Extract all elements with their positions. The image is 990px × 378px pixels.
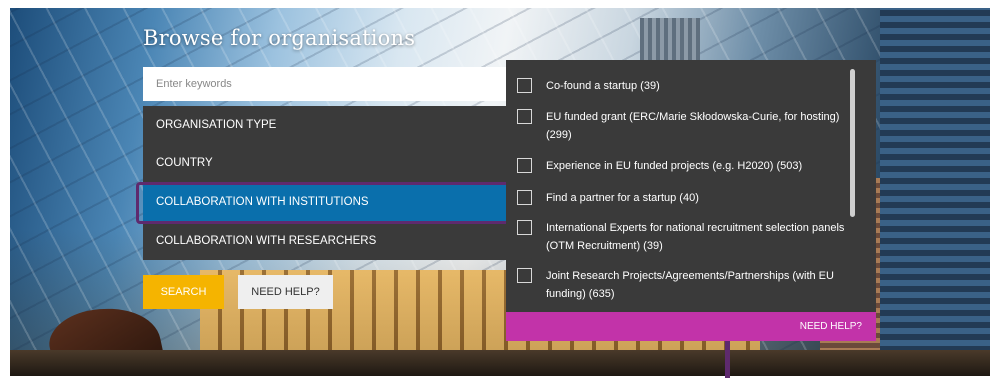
option-joint-research-projects[interactable]: Joint Research Projects/Agreements/Partn… <box>506 267 856 303</box>
filter-collaboration-with-institutions[interactable]: COLLABORATION WITH INSTITUTIONS <box>143 183 509 221</box>
option-eu-funded-grant[interactable]: EU funded grant (ERC/Marie Skłodowska-Cu… <box>506 108 856 144</box>
checkbox[interactable] <box>517 78 532 93</box>
option-co-found-startup[interactable]: Co-found a startup (39) <box>506 77 856 95</box>
search-button[interactable]: SEARCH <box>143 275 224 309</box>
checkbox[interactable] <box>517 190 532 205</box>
option-label: International Experts for national recru… <box>546 222 845 252</box>
option-label: Joint Research Projects/Agreements/Partn… <box>546 270 834 300</box>
checkbox[interactable] <box>517 268 532 283</box>
option-find-partner-startup[interactable]: Find a partner for a startup (40) <box>506 189 856 207</box>
filter-organisation-type[interactable]: ORGANISATION TYPE <box>143 106 509 144</box>
option-experience-eu-projects[interactable]: Experience in EU funded projects (e.g. H… <box>506 157 856 175</box>
option-international-experts[interactable]: International Experts for national recru… <box>506 219 856 255</box>
checkbox[interactable] <box>517 220 532 235</box>
need-help-button[interactable]: NEED HELP? <box>238 275 333 309</box>
ground <box>10 350 990 376</box>
callout-connector <box>725 341 730 378</box>
background-skyscraper <box>880 8 990 376</box>
filter-collaboration-with-researchers[interactable]: COLLABORATION WITH RESEARCHERS <box>143 222 509 260</box>
option-label: Find a partner for a startup (40) <box>546 192 699 204</box>
filter-country[interactable]: COUNTRY <box>143 144 509 182</box>
dropdown-need-help-link[interactable]: NEED HELP? <box>506 312 876 341</box>
checkbox[interactable] <box>517 158 532 173</box>
option-label: Experience in EU funded projects (e.g. H… <box>546 160 803 172</box>
option-label: EU funded grant (ERC/Marie Skłodowska-Cu… <box>546 111 840 141</box>
filter-list: ORGANISATION TYPE COUNTRY COLLABORATION … <box>143 106 509 260</box>
option-label: Co-found a startup (39) <box>546 80 660 92</box>
dropdown-scrollbar[interactable] <box>850 69 855 217</box>
page-title: Browse for organisations <box>143 26 416 50</box>
checkbox[interactable] <box>517 109 532 124</box>
collaboration-options-dropdown: Co-found a startup (39) EU funded grant … <box>506 60 876 312</box>
keywords-search-input[interactable] <box>143 67 509 101</box>
